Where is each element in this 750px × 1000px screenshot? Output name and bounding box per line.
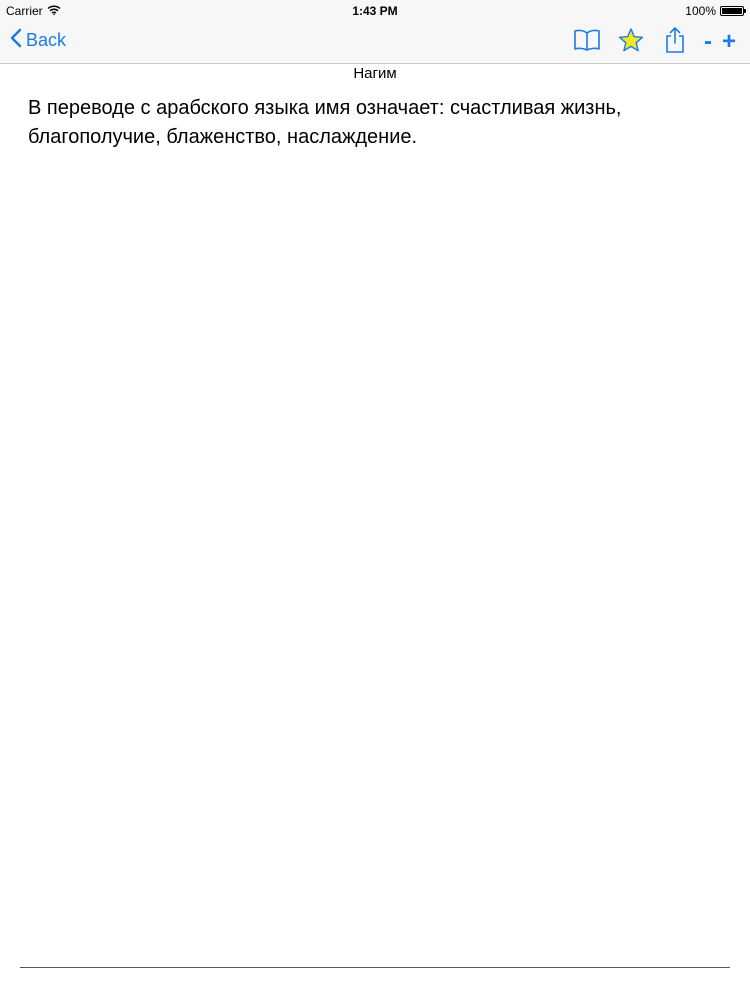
share-button[interactable] (660, 26, 690, 59)
battery-indicator: 100% (685, 4, 746, 18)
article-body: В переводе с арабского языка имя означае… (28, 97, 622, 148)
navigation-bar: Back - + (0, 22, 750, 64)
chevron-left-icon (10, 28, 22, 53)
zoom-out-button[interactable]: - (704, 30, 712, 54)
nav-actions: - + (572, 26, 736, 59)
zoom-controls: - + (704, 30, 736, 54)
book-icon (573, 28, 601, 57)
page-title: Нагим (353, 65, 397, 82)
status-time: 1:43 PM (352, 4, 398, 18)
battery-fill (722, 8, 742, 14)
back-label: Back (26, 30, 67, 50)
book-button[interactable] (572, 28, 602, 56)
zoom-in-button[interactable]: + (722, 30, 736, 54)
battery-icon (720, 6, 746, 16)
favorite-button[interactable] (616, 27, 646, 58)
star-icon (618, 27, 644, 58)
share-icon (664, 26, 686, 59)
status-bar: Carrier 1:43 PM 100% (0, 0, 750, 22)
battery-percent: 100% (685, 4, 716, 18)
bottom-divider (20, 967, 730, 968)
back-button[interactable]: Back (10, 28, 66, 53)
